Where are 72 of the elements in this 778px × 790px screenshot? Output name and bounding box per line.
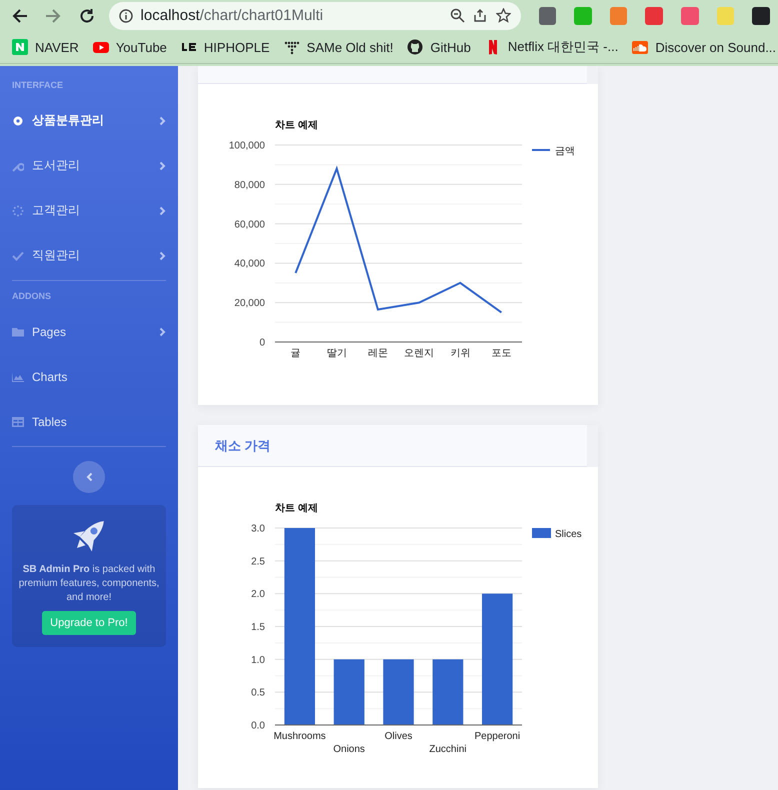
back-arrow-icon xyxy=(12,8,28,24)
x-tick-label: 포도 xyxy=(491,348,512,359)
y-tick-label: 2.0 xyxy=(251,589,265,600)
y-tick-label: 100,000 xyxy=(228,140,265,152)
sidebar-item[interactable]: 고객관리 xyxy=(12,188,166,233)
bookmark-link[interactable]: Netflix 대한민국 -... xyxy=(484,38,618,56)
y-tick-label: 0.5 xyxy=(251,688,265,699)
x-tick-label: 키위 xyxy=(450,348,470,359)
spinner-icon xyxy=(12,204,24,216)
check-icon xyxy=(12,250,24,262)
share-icon[interactable] xyxy=(472,8,488,23)
card-title: 채소 가격 xyxy=(215,436,271,454)
bar xyxy=(432,659,464,725)
sidebar-item[interactable]: 도서관리 xyxy=(12,143,166,188)
x-tick-label: 오렌지 xyxy=(404,348,434,359)
table-icon xyxy=(12,416,24,428)
info-icon xyxy=(118,8,133,22)
sidebar-item[interactable]: Pages xyxy=(12,309,166,354)
collapse-sidebar-button[interactable] xyxy=(73,461,105,493)
x-tick-label: Mushrooms xyxy=(274,731,326,742)
x-tick-label: Zucchini xyxy=(429,744,467,755)
y-tick-label: 20,000 xyxy=(234,298,265,310)
sidebar-heading: ADDONS xyxy=(12,291,52,301)
legend-swatch-icon xyxy=(532,528,551,538)
chart-title: 차트 예제 xyxy=(275,503,318,514)
bookmark-link[interactable]: SAMe Old shit! xyxy=(284,39,394,55)
reload-icon xyxy=(78,8,95,24)
bookmark-link[interactable]: GitHub xyxy=(407,39,471,55)
y-tick-label: 80,000 xyxy=(234,180,265,191)
y-tick-label: 3.0 xyxy=(251,524,265,534)
y-tick-label: 2.5 xyxy=(251,556,265,568)
sidebar-item[interactable]: 직원관리 xyxy=(12,233,166,278)
x-tick-label: 딸기 xyxy=(326,348,347,359)
extension-icon[interactable] xyxy=(752,6,770,24)
cat-logo-icon xyxy=(407,39,424,55)
legend-label: Slices xyxy=(555,529,582,540)
bar xyxy=(383,659,414,725)
address-bar[interactable]: localhost/chart/chart01Multi xyxy=(108,2,521,30)
sidebar-item[interactable]: Tables xyxy=(12,399,166,444)
x-tick-label: 레몬 xyxy=(368,348,388,359)
y-tick-label: 60,000 xyxy=(234,219,265,230)
bookmark-link[interactable]: YouTube xyxy=(92,39,167,55)
gear-icon xyxy=(12,114,24,126)
x-tick-label: Pepperoni xyxy=(474,731,520,742)
chart-title: 차트 예제 xyxy=(275,120,318,131)
cloud-logo-icon xyxy=(632,39,648,55)
x-tick-label: Onions xyxy=(333,744,365,755)
star-icon[interactable] xyxy=(496,8,511,23)
y-tick-label: 40,000 xyxy=(234,258,265,270)
y-tick-label: 0 xyxy=(259,338,265,348)
chevron-left-icon xyxy=(86,472,92,482)
sidebar-item[interactable]: Charts xyxy=(12,354,166,399)
x-tick-label: 귤 xyxy=(290,348,301,359)
bookmark-link[interactable]: HIPHOPLE xyxy=(180,39,270,55)
bookmark-link[interactable]: NAVER xyxy=(12,39,79,55)
legend-line-icon xyxy=(532,149,550,151)
forward-arrow-icon xyxy=(45,8,62,24)
play-logo-icon xyxy=(92,39,109,55)
sidebar-heading: INTERFACE xyxy=(12,80,64,90)
y-tick-label: 1.5 xyxy=(251,622,265,633)
sidebar-item[interactable]: 상품분류관리 xyxy=(12,98,166,143)
folder-icon xyxy=(12,326,24,338)
y-tick-label: 0.0 xyxy=(251,720,265,732)
y-tick-label: 1.0 xyxy=(251,654,265,666)
bar xyxy=(334,659,364,725)
bookmark-link[interactable]: Discover on Sound... xyxy=(632,39,776,55)
promo-text: SB Admin Pro is packed with premium features, components, and more! xyxy=(18,563,160,605)
naver-logo-icon xyxy=(12,39,28,55)
dots-logo-icon xyxy=(284,39,300,55)
zoom-out-icon[interactable] xyxy=(450,8,465,23)
x-tick-label: Olives xyxy=(384,731,412,742)
legend-label: 금액 xyxy=(555,146,575,157)
